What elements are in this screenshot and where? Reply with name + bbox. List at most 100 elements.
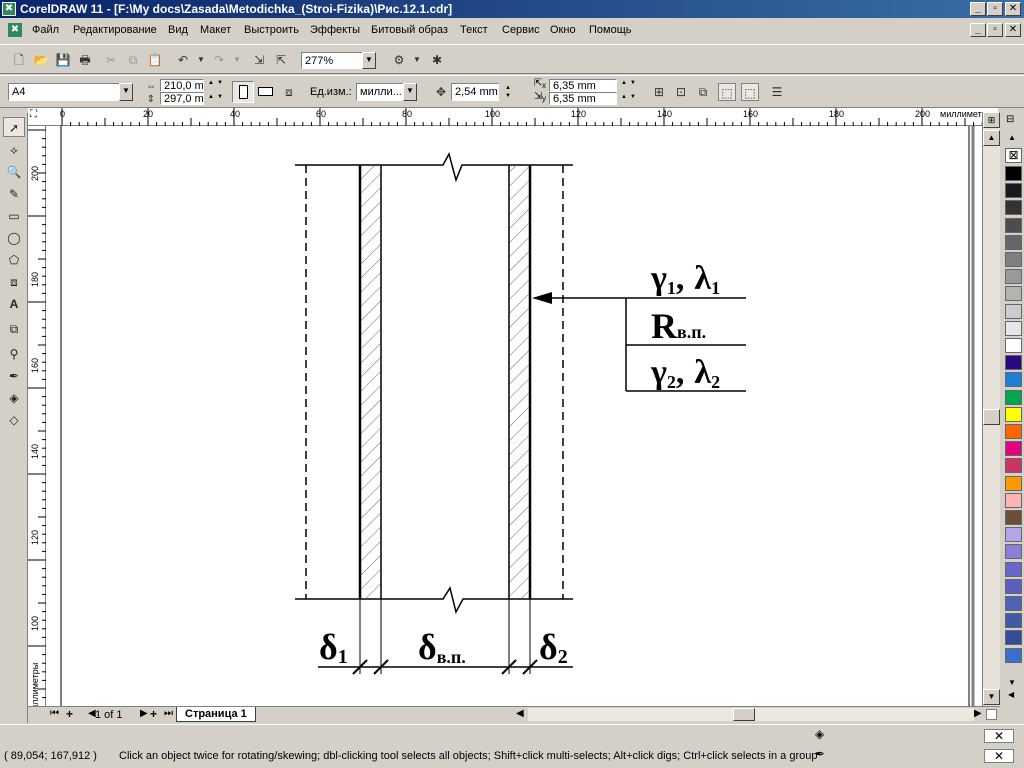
- nudge-spin-down-icon[interactable]: ▼: [502, 92, 514, 100]
- text-tool-icon[interactable]: A: [3, 294, 25, 314]
- doc-minimize-button[interactable]: _: [970, 23, 986, 37]
- snap-to-guidelines-icon[interactable]: ⧉: [694, 83, 712, 101]
- scroll-left-icon[interactable]: ◀: [516, 708, 524, 719]
- page-height-input[interactable]: 297,0 m: [160, 92, 204, 105]
- portrait-button[interactable]: [232, 81, 254, 103]
- vertical-ruler[interactable]: 200 180 160 140 120 100 миллиметры: [28, 126, 46, 716]
- doc-close-button[interactable]: ✕: [1005, 23, 1021, 37]
- interactive-blend-tool-icon[interactable]: ⧉: [3, 319, 25, 339]
- palette-swatch[interactable]: [1005, 217, 1022, 233]
- eyedropper-tool-icon[interactable]: ⚲: [3, 344, 25, 364]
- menu-bitmaps[interactable]: Битовый образ: [371, 24, 448, 36]
- palette-swatch[interactable]: [1005, 269, 1022, 285]
- zoom-level-field[interactable]: 277%: [301, 52, 363, 69]
- ruler-origin-icon[interactable]: ⛶: [30, 109, 37, 120]
- drawing-canvas[interactable]: γ1, λ1 Rв.п. γ2, λ2 δ1 δв.п. δ2: [46, 126, 982, 706]
- snap-to-objects-icon[interactable]: ⬚: [718, 83, 736, 101]
- vertical-scrollbar[interactable]: ⊞ ▲ ▼: [982, 112, 1000, 706]
- scroll-right-icon[interactable]: ▶: [974, 708, 982, 719]
- palette-swatch[interactable]: [1005, 510, 1022, 525]
- fill-tool-icon[interactable]: ◈: [3, 388, 25, 408]
- palette-swatch[interactable]: [1005, 441, 1022, 457]
- palette-swatch[interactable]: [1005, 492, 1022, 508]
- palette-scroll-up-icon[interactable]: ▲: [1008, 133, 1016, 142]
- redo-icon[interactable]: ↷: [210, 51, 228, 69]
- view-navigator-icon[interactable]: [986, 709, 997, 720]
- undo-dropdown-icon[interactable]: ▼: [192, 51, 210, 69]
- palette-swatch[interactable]: [1005, 372, 1022, 388]
- snap-to-grid-icon[interactable]: ⊡: [672, 83, 690, 101]
- palette-swatch[interactable]: [1005, 234, 1022, 250]
- menu-text[interactable]: Текст: [460, 24, 488, 36]
- palette-swatch[interactable]: [1005, 355, 1022, 371]
- menu-arrange[interactable]: Выстроить: [244, 24, 299, 36]
- fill-indicator-icon[interactable]: ◈: [815, 727, 824, 741]
- dup-x-spin-down-icon[interactable]: ▼: [627, 79, 639, 87]
- units-dropdown-arrow[interactable]: ▼: [403, 83, 417, 101]
- new-document-icon[interactable]: 🗋: [10, 51, 28, 69]
- width-spin-down-icon[interactable]: ▼: [214, 79, 226, 87]
- units-select[interactable]: милли...: [356, 83, 404, 101]
- cut-icon[interactable]: ✂: [102, 51, 120, 69]
- document-icon[interactable]: ✖: [8, 23, 22, 37]
- palette-swatch[interactable]: [1005, 596, 1022, 611]
- palette-swatch[interactable]: [1005, 458, 1022, 474]
- landscape-button[interactable]: [255, 81, 277, 103]
- options-icon[interactable]: ☰: [768, 83, 786, 101]
- undo-icon[interactable]: ↶: [174, 51, 192, 69]
- palette-swatch[interactable]: [1005, 320, 1022, 336]
- menu-help[interactable]: Помощь: [589, 24, 632, 36]
- add-page-after-icon[interactable]: +: [150, 707, 157, 721]
- maximize-button[interactable]: ▫: [987, 2, 1003, 16]
- vertical-scroll-thumb[interactable]: [983, 409, 1000, 425]
- copy-icon[interactable]: ⧉: [124, 51, 142, 69]
- palette-swatch[interactable]: [1005, 338, 1022, 353]
- menu-layout[interactable]: Макет: [200, 24, 231, 36]
- last-page-icon[interactable]: ⏭: [164, 708, 173, 719]
- horizontal-scroll-thumb[interactable]: [733, 708, 755, 721]
- doc-restore-button[interactable]: ▫: [987, 23, 1003, 37]
- outline-tool-icon[interactable]: ✒: [3, 366, 25, 386]
- palette-swatch[interactable]: [1005, 166, 1022, 181]
- polygon-tool-icon[interactable]: ⬠: [3, 250, 25, 270]
- print-icon[interactable]: 🖶: [76, 51, 94, 69]
- next-page-icon[interactable]: ▶: [140, 708, 148, 719]
- palette-swatch[interactable]: [1005, 630, 1022, 646]
- horizontal-scroll-track[interactable]: [528, 708, 974, 721]
- treat-as-filled-icon[interactable]: ⊞: [650, 83, 668, 101]
- page-tab-1[interactable]: Страница 1: [176, 707, 256, 722]
- freehand-tool-icon[interactable]: ✎: [3, 184, 25, 204]
- scroll-down-arrow-icon[interactable]: ▼: [983, 689, 1000, 705]
- palette-scroll-down-icon[interactable]: ▼: [1008, 678, 1016, 687]
- palette-flyout-icon[interactable]: ◀: [1008, 690, 1014, 699]
- palette-swatch[interactable]: [1005, 613, 1022, 629]
- export-icon[interactable]: ⇱: [272, 51, 290, 69]
- menu-tools[interactable]: Сервис: [502, 24, 540, 36]
- duplicate-x-input[interactable]: 6,35 mm: [549, 79, 617, 92]
- import-icon[interactable]: ⇲: [250, 51, 268, 69]
- no-fill-swatch[interactable]: ⊠: [1005, 148, 1022, 163]
- basic-shapes-tool-icon[interactable]: ⧈: [3, 272, 25, 292]
- redo-dropdown-icon[interactable]: ▼: [228, 51, 246, 69]
- corel-online-icon[interactable]: ✱: [428, 51, 446, 69]
- coreldraw-app-icon[interactable]: ✖: [2, 2, 16, 16]
- palette-swatch[interactable]: [1005, 183, 1022, 199]
- fill-none-swatch[interactable]: ✕: [984, 729, 1014, 743]
- interactive-fill-tool-icon[interactable]: ◇: [3, 410, 25, 430]
- palette-swatch[interactable]: [1005, 561, 1022, 577]
- duplicate-y-input[interactable]: 6,35 mm: [549, 92, 617, 105]
- palette-swatch[interactable]: [1005, 647, 1022, 663]
- palette-swatch[interactable]: [1005, 303, 1022, 319]
- outline-none-swatch[interactable]: ✕: [984, 749, 1014, 763]
- shape-tool-icon[interactable]: ⟡: [3, 140, 25, 160]
- menu-file[interactable]: Файл: [32, 24, 59, 36]
- application-launcher-icon[interactable]: ⚙: [390, 51, 408, 69]
- zoom-dropdown-arrow[interactable]: ▼: [362, 52, 376, 69]
- palette-swatch[interactable]: [1005, 389, 1022, 405]
- launcher-dropdown-icon[interactable]: ▼: [408, 51, 426, 69]
- page-width-input[interactable]: 210,0 m: [160, 79, 204, 92]
- outline-indicator-icon[interactable]: ✒: [815, 747, 825, 761]
- menu-edit[interactable]: Редактирование: [73, 24, 157, 36]
- minimize-button[interactable]: _: [970, 2, 986, 16]
- dup-y-spin-down-icon[interactable]: ▼: [627, 93, 639, 101]
